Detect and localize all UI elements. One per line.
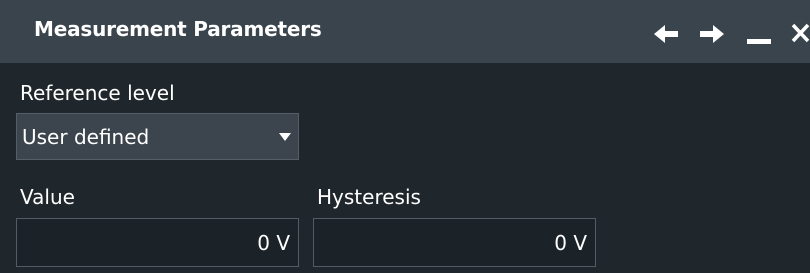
back-arrow-icon[interactable] xyxy=(652,22,680,46)
measurement-parameters-dialog: Measurement Parameters Reference level U… xyxy=(0,0,810,273)
dialog-title: Measurement Parameters xyxy=(34,17,322,41)
minimize-icon[interactable] xyxy=(744,22,774,46)
dialog-titlebar[interactable]: Measurement Parameters xyxy=(0,0,810,63)
value-label: Value xyxy=(20,185,75,209)
reference-level-select[interactable]: User defined xyxy=(16,113,299,160)
close-icon[interactable] xyxy=(791,21,810,45)
reference-level-label: Reference level xyxy=(20,81,175,105)
value-input-text: 0 V xyxy=(257,231,290,255)
hysteresis-input[interactable]: 0 V xyxy=(313,218,596,267)
hysteresis-input-text: 0 V xyxy=(554,231,587,255)
reference-level-selected-value: User defined xyxy=(22,125,150,149)
forward-arrow-icon[interactable] xyxy=(698,22,726,46)
chevron-down-icon xyxy=(279,133,291,141)
hysteresis-label: Hysteresis xyxy=(317,185,421,209)
value-input[interactable]: 0 V xyxy=(16,218,299,267)
